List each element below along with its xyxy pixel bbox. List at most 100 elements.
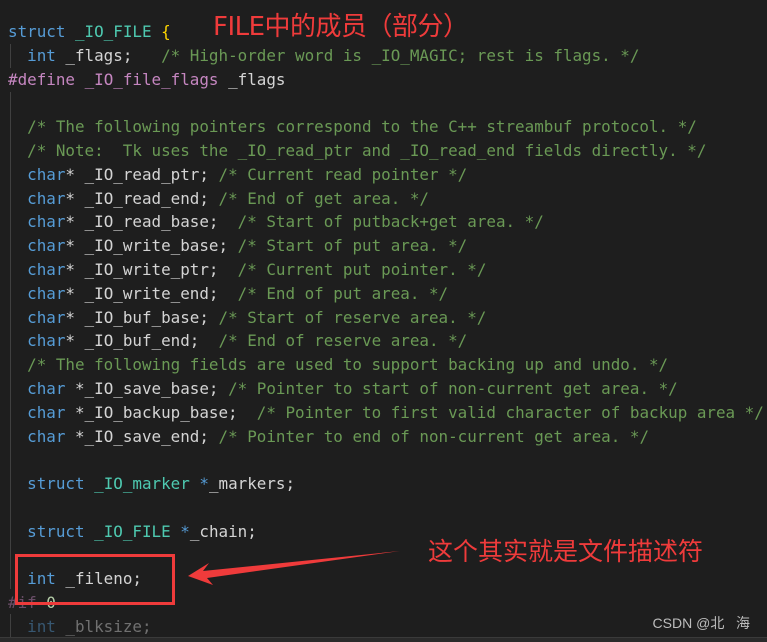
code-token: _blksize; bbox=[55, 616, 152, 636]
code-line: /* Note: Tk uses the _IO_read_ptr and _I… bbox=[8, 139, 764, 163]
code-line: char* _IO_read_ptr; /* Current read poin… bbox=[8, 163, 764, 187]
code-token: char bbox=[27, 378, 66, 398]
code-token: * _IO_buf_base; bbox=[65, 307, 219, 327]
code-token: /* Current read pointer */ bbox=[218, 164, 468, 184]
code-token: char bbox=[27, 307, 66, 327]
code-line: char* _IO_read_end; /* End of get area. … bbox=[8, 187, 764, 211]
code-token: int bbox=[27, 616, 56, 636]
code-token: /* Start of reserve area. */ bbox=[218, 307, 487, 327]
code-token: char bbox=[27, 402, 66, 422]
code-token: _IO_file_flags bbox=[84, 69, 219, 89]
code-token: _IO_FILE bbox=[74, 22, 152, 41]
code-token: * _IO_buf_end; bbox=[65, 331, 219, 351]
code-token: /* End of put area. */ bbox=[237, 283, 449, 303]
code-line: #define _IO_file_flags _flags bbox=[8, 68, 764, 92]
code-token: _IO_marker bbox=[94, 474, 190, 494]
code-token: *_IO_backup_base; bbox=[65, 402, 257, 422]
code-line: int _flags; /* High-order word is _IO_MA… bbox=[8, 44, 764, 68]
code-token: /* Note: Tk uses the _IO_read_ptr and _I… bbox=[27, 140, 707, 160]
code-token: /* Start of putback+get area. */ bbox=[237, 212, 544, 232]
highlight-box-fileno bbox=[15, 554, 175, 605]
annotation-title: FILE中的成员（部分） bbox=[213, 12, 469, 42]
code-token: struct bbox=[27, 474, 85, 494]
code-token: /* Current put pointer. */ bbox=[237, 259, 487, 279]
code-line: struct _IO_marker *_markers; bbox=[8, 472, 764, 496]
code-token: char bbox=[27, 331, 66, 351]
code-token: /* Start of put area. */ bbox=[237, 236, 468, 256]
code-token: char bbox=[27, 236, 66, 256]
code-line: /* The following fields are used to supp… bbox=[8, 353, 764, 377]
code-token: _flags; bbox=[55, 45, 133, 65]
code-token: _chain; bbox=[189, 521, 257, 541]
code-token: * bbox=[180, 521, 190, 541]
code-token: char bbox=[27, 259, 66, 279]
code-token: char bbox=[27, 164, 66, 184]
code-token: /* End of get area. */ bbox=[218, 188, 429, 208]
code-token: #define bbox=[8, 69, 75, 89]
code-line: char *_IO_backup_base; /* Pointer to fir… bbox=[8, 401, 764, 425]
code-token: char bbox=[27, 426, 66, 446]
code-token: int bbox=[27, 45, 56, 65]
code-line: char *_IO_save_end; /* Pointer to end of… bbox=[8, 425, 764, 449]
code-token: * _IO_read_end; bbox=[65, 188, 219, 208]
code-token: * _IO_write_end; bbox=[65, 283, 238, 303]
code-token: /* Pointer to first valid character of b… bbox=[256, 402, 764, 422]
code-token: _markers; bbox=[208, 474, 296, 494]
code-token: /* Pointer to end of non-current get are… bbox=[218, 426, 650, 446]
code-token: /* The following pointers correspond to … bbox=[27, 117, 697, 137]
code-token: struct bbox=[8, 22, 66, 41]
editor-bottom-border bbox=[0, 637, 767, 642]
code-token: { bbox=[161, 22, 171, 41]
annotation-note: 这个其实就是文件描述符 bbox=[428, 537, 704, 566]
code-token: /* High-order word is _IO_MAGIC; rest is… bbox=[161, 45, 640, 65]
code-token: char bbox=[27, 283, 66, 303]
code-token: *_IO_save_end; bbox=[65, 426, 219, 446]
watermark: CSDN @北 海 bbox=[652, 615, 750, 631]
code-line: char* _IO_write_end; /* End of put area.… bbox=[8, 282, 764, 306]
code-token: * _IO_read_ptr; bbox=[65, 164, 219, 184]
code-line: char* _IO_write_base; /* Start of put ar… bbox=[8, 234, 764, 258]
code-token: * _IO_write_ptr; bbox=[65, 259, 238, 279]
code-token: * _IO_read_base; bbox=[65, 212, 238, 232]
code-token: /* Pointer to start of non-current get a… bbox=[228, 378, 678, 398]
code-token: /* End of reserve area. */ bbox=[218, 331, 468, 351]
code-token: * _IO_write_base; bbox=[65, 236, 238, 256]
code-line: char *_IO_save_base; /* Pointer to start… bbox=[8, 377, 764, 401]
code-token: * bbox=[199, 474, 209, 494]
code-line: char* _IO_read_base; /* Start of putback… bbox=[8, 210, 764, 234]
code-token: struct bbox=[27, 521, 85, 541]
code-line: /* The following pointers correspond to … bbox=[8, 115, 764, 139]
code-token: _flags bbox=[218, 69, 286, 89]
code-token: char bbox=[27, 188, 66, 208]
code-line: char* _IO_buf_base; /* Start of reserve … bbox=[8, 306, 764, 330]
code-line: char* _IO_write_ptr; /* Current put poin… bbox=[8, 258, 764, 282]
code-line: int _blksize; bbox=[8, 615, 764, 639]
